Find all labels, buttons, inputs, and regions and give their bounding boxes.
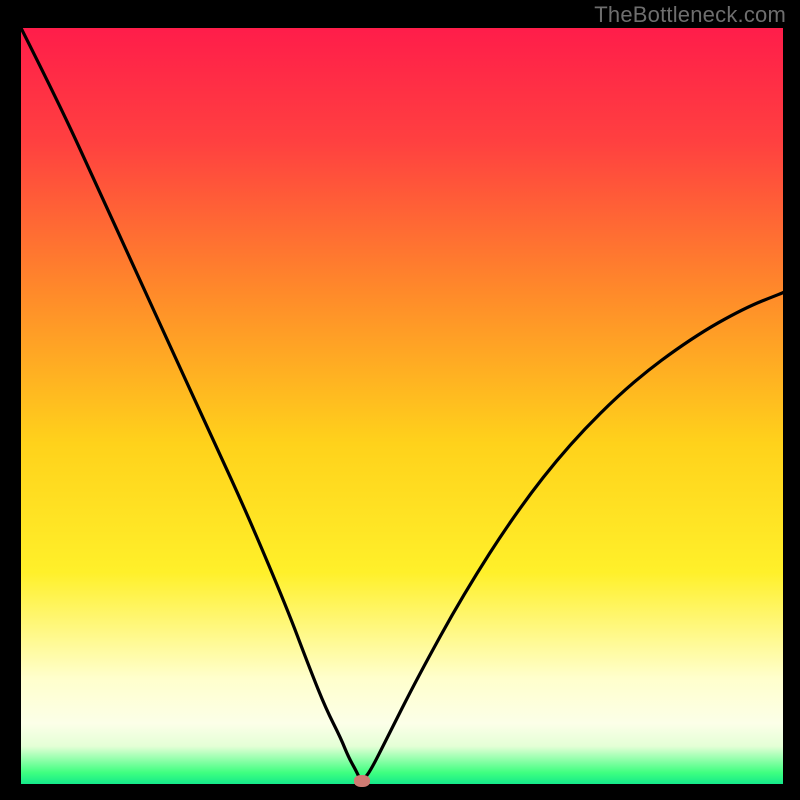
bottleneck-chart: [21, 28, 783, 784]
outer-frame: TheBottleneck.com: [0, 0, 800, 800]
gradient-background: [21, 28, 783, 784]
watermark-text: TheBottleneck.com: [594, 2, 786, 28]
optimal-marker: [354, 775, 370, 787]
